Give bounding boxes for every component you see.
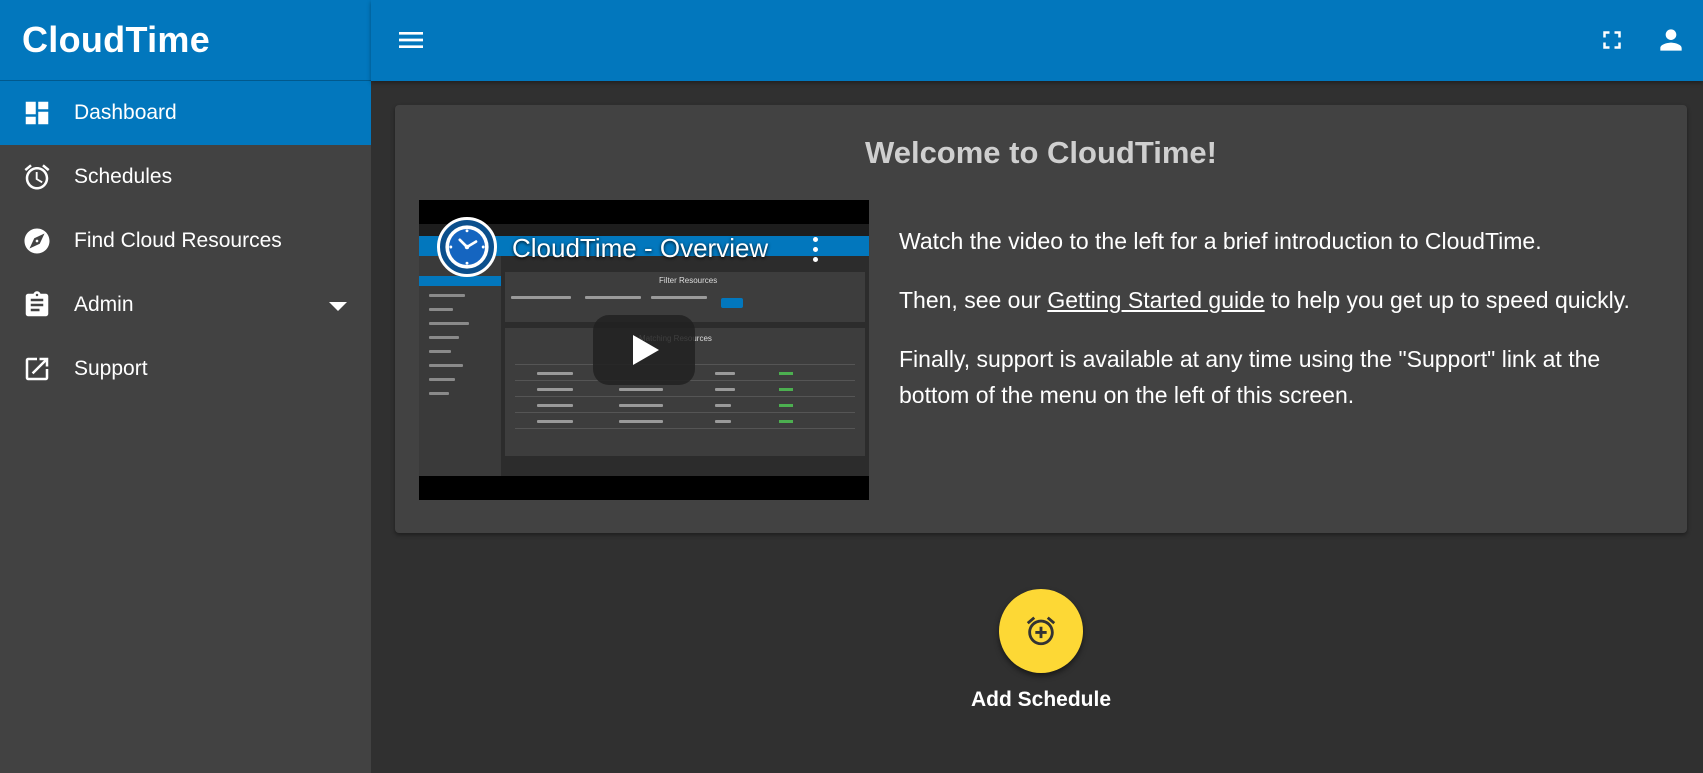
- sidebar-item-label: Dashboard: [74, 101, 177, 124]
- thumb-fetch-button: [721, 298, 743, 308]
- play-button-icon[interactable]: [593, 315, 695, 385]
- sidebar-item-schedules[interactable]: Schedules: [0, 145, 371, 209]
- sidebar-item-support[interactable]: Support: [0, 337, 371, 401]
- clipboard-icon: [22, 290, 52, 320]
- account-icon[interactable]: [1655, 24, 1687, 56]
- welcome-card: Welcome to CloudTime! Filter Resources M…: [395, 105, 1687, 533]
- getting-started-guide-link[interactable]: Getting Started guide: [1047, 287, 1264, 313]
- intro-paragraph-support: Finally, support is available at any tim…: [899, 346, 1601, 408]
- sidebar-item-label: Admin: [74, 293, 134, 316]
- page-title: Welcome to CloudTime!: [865, 135, 1217, 170]
- brand-header: CloudTime: [0, 0, 371, 81]
- compass-icon: [22, 226, 52, 256]
- intro-video[interactable]: Filter Resources Matching Resources: [419, 200, 869, 500]
- fullscreen-icon[interactable]: [1597, 25, 1627, 55]
- open-in-new-icon: [22, 354, 52, 384]
- sidebar-item-find-cloud-resources[interactable]: Find Cloud Resources: [0, 209, 371, 273]
- chevron-down-icon[interactable]: [329, 302, 347, 311]
- video-title: CloudTime - Overview: [512, 233, 769, 263]
- sidebar-item-label: Schedules: [74, 165, 173, 188]
- sidebar-nav: Dashboard Schedules Find Cloud Resources…: [0, 81, 371, 401]
- intro-paragraph-guide-after: to help you get up to speed quickly.: [1264, 287, 1630, 313]
- menu-icon[interactable]: [395, 24, 427, 56]
- intro-paragraph-guide-before: Then, see our: [899, 287, 1048, 313]
- add-schedule-label: Add Schedule: [970, 688, 1112, 711]
- top-app-bar: [371, 0, 1703, 81]
- video-more-options-icon[interactable]: [813, 237, 818, 267]
- sidebar-item-admin[interactable]: Admin: [0, 273, 371, 337]
- brand-title: CloudTime: [22, 19, 211, 60]
- intro-paragraph-guide: Then, see our Getting Started guide to h…: [899, 282, 1659, 318]
- thumb-filter-heading: Filter Resources: [659, 276, 718, 285]
- sidebar-item-dashboard[interactable]: Dashboard: [0, 81, 371, 145]
- intro-text: Watch the video to the left for a brief …: [899, 223, 1659, 436]
- alarm-icon: [22, 162, 52, 192]
- sidebar-item-label: Support: [74, 357, 148, 380]
- intro-paragraph-video: Watch the video to the left for a brief …: [899, 228, 1542, 254]
- dashboard-icon: [22, 98, 52, 128]
- add-schedule-button[interactable]: [999, 589, 1083, 673]
- sidebar-item-label: Find Cloud Resources: [74, 229, 282, 252]
- cloudtime-logo-clock-icon: [437, 217, 497, 277]
- add-alarm-icon: [1026, 616, 1056, 646]
- sidebar: CloudTime Dashboard Schedules Find Cloud…: [0, 0, 371, 773]
